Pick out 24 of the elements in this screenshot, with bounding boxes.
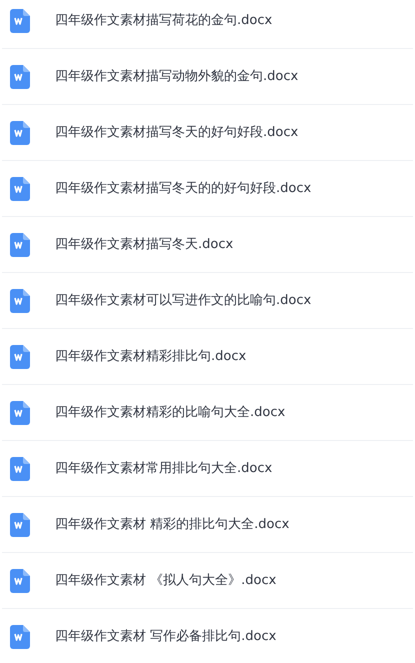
- file-name[interactable]: 四年级作文素材精彩排比句.docx: [55, 346, 246, 366]
- word-document-icon: [10, 64, 30, 88]
- word-document-icon: [10, 512, 30, 536]
- word-document-icon: [10, 456, 30, 480]
- word-document-icon: [10, 176, 30, 200]
- file-name[interactable]: 四年级作文素材常用排比句大全.docx: [55, 458, 272, 478]
- file-name[interactable]: 四年级作文素材精彩的比喻句大全.docx: [55, 402, 286, 422]
- file-name[interactable]: 四年级作文素材可以写进作文的比喻句.docx: [55, 290, 312, 310]
- file-name[interactable]: 四年级作文素材描写冬天.docx: [55, 234, 234, 254]
- file-name[interactable]: 四年级作文素材 写作必备排比句.docx: [55, 626, 276, 646]
- file-name[interactable]: 四年级作文素材 精彩的排比句大全.docx: [55, 514, 290, 534]
- word-document-icon: [10, 120, 30, 144]
- word-document-icon: [10, 232, 30, 256]
- word-document-icon: [10, 568, 30, 592]
- file-name[interactable]: 四年级作文素材描写动物外貌的金句.docx: [55, 66, 298, 86]
- file-name[interactable]: 四年级作文素材描写荷花的金句.docx: [55, 10, 272, 30]
- file-name[interactable]: 四年级作文素材描写冬天的好句好段.docx: [55, 122, 298, 142]
- word-document-icon: [10, 624, 30, 648]
- file-name[interactable]: 四年级作文素材描写冬天的的好句好段.docx: [55, 178, 312, 198]
- word-document-icon: [10, 344, 30, 368]
- file-name[interactable]: 四年级作文素材 《拟人句大全》.docx: [55, 570, 276, 590]
- word-document-icon: [10, 288, 30, 312]
- word-document-icon: [10, 400, 30, 424]
- word-document-icon: [10, 8, 30, 32]
